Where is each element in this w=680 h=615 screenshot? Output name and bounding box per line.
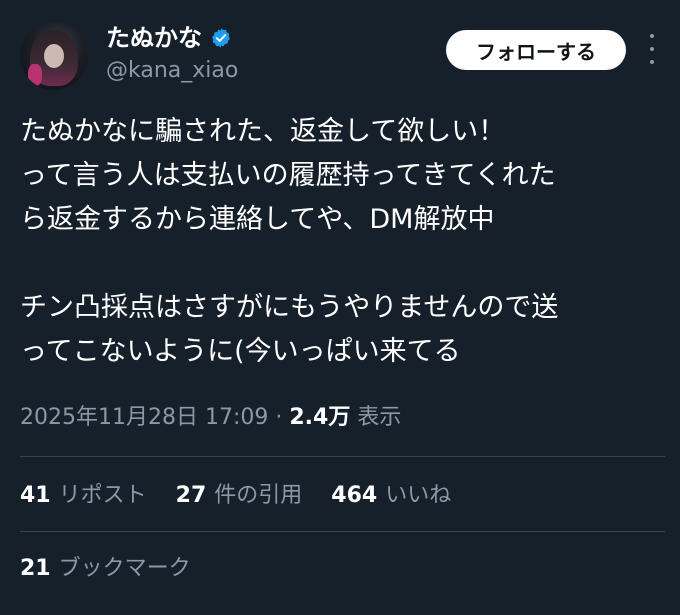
reposts-label: リポスト — [58, 483, 147, 508]
divider — [20, 531, 665, 532]
tweet-line: ってこないように(今いっぱい来てる — [20, 336, 461, 367]
reposts-stat[interactable]: 41 リポスト — [20, 483, 147, 508]
reposts-count: 41 — [20, 483, 51, 508]
more-dot — [650, 60, 654, 64]
likes-stat[interactable]: 464 いいね — [331, 483, 451, 508]
bookmarks-label: ブックマーク — [58, 556, 191, 581]
likes-count: 464 — [331, 483, 378, 508]
views-count[interactable]: 2.4万 — [289, 405, 350, 430]
follow-button[interactable]: フォローする — [446, 30, 626, 70]
verified-badge-icon — [212, 28, 230, 48]
author-handle[interactable]: @kana_xiao — [106, 56, 238, 86]
tweet-line: チン凸採点はさすがにもうやりませんので送 — [20, 292, 559, 323]
author-name-row[interactable]: たぬかな — [106, 22, 232, 54]
engagement-stats: 41 リポスト 27 件の引用 464 いいね — [20, 478, 473, 514]
tweet-text: たぬかなに騙された、返金して欲しい！ って言う人は支払いの履歴持ってきてくれた … — [20, 110, 670, 374]
bookmarks-count: 21 — [20, 556, 51, 581]
tweet-timestamp[interactable]: 2025年11月28日 17:09 — [20, 405, 268, 430]
tweet-line: ら返金するから連絡してや、DM解放中 — [20, 204, 495, 235]
views-label[interactable]: 表示 — [357, 405, 401, 430]
author-avatar[interactable] — [20, 22, 88, 90]
author-display-name[interactable]: たぬかな — [106, 22, 202, 54]
likes-label: いいね — [385, 483, 452, 508]
tweet-line: たぬかなに騙された、返金して欲しい！ — [20, 116, 506, 147]
tweet-line: って言う人は支払いの履歴持ってきてくれた — [20, 160, 556, 191]
divider — [20, 456, 665, 457]
bookmarks-stat[interactable]: 21 ブックマーク — [20, 551, 191, 587]
more-options-icon[interactable] — [646, 34, 658, 64]
quotes-label: 件の引用 — [214, 483, 303, 508]
more-dot — [650, 34, 654, 38]
quotes-count: 27 — [175, 483, 207, 508]
avatar-face — [44, 44, 64, 68]
tweet-meta: 2025年11月28日 17:09 · 2.4万 表示 — [20, 400, 401, 436]
more-dot — [650, 47, 654, 51]
quotes-stat[interactable]: 27 件の引用 — [176, 483, 303, 508]
meta-separator: · — [275, 405, 283, 430]
avatar-pink-hair — [28, 64, 42, 86]
